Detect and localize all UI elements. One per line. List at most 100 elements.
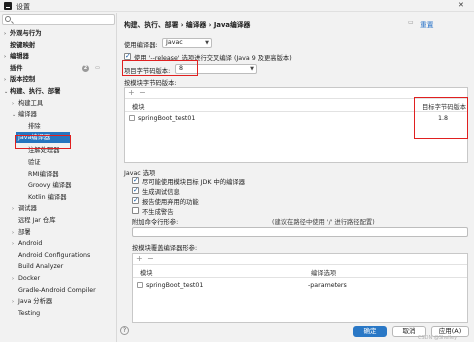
javac-option-label: 尽可能使用模块目标 JDK 中的编译器 bbox=[142, 179, 245, 186]
highlight-box bbox=[15, 135, 71, 149]
sidebar-item[interactable]: › 外观与行为 bbox=[0, 28, 116, 39]
column-header-module: 模块 bbox=[140, 270, 153, 277]
chevron-down-icon: ▼ bbox=[205, 40, 209, 46]
extra-params-hint: (建议在路径中使用 '/' 进行路径配置) bbox=[272, 219, 375, 226]
module-name: springBoot_test01 bbox=[146, 282, 204, 289]
extra-params-input[interactable] bbox=[132, 227, 468, 237]
highlight-box bbox=[122, 60, 198, 76]
sidebar-item[interactable]: › 构建工具 bbox=[0, 98, 116, 109]
javac-option-checkbox[interactable] bbox=[132, 196, 139, 204]
javac-options-title: Javac 选项 bbox=[124, 170, 156, 177]
window-title: 设置 bbox=[16, 3, 30, 11]
sidebar-item-label: 版本控制 bbox=[10, 76, 36, 84]
highlight-box bbox=[414, 97, 468, 139]
close-icon[interactable]: ✕ bbox=[458, 1, 464, 9]
sidebar-item[interactable]: ⌄ 构建、执行、部署 bbox=[0, 86, 116, 97]
search-icon bbox=[5, 16, 11, 22]
sidebar-item-label: 部署 bbox=[18, 228, 31, 236]
sidebar-item[interactable]: Android Configurations bbox=[0, 250, 116, 261]
sidebar-item-label: Android bbox=[18, 240, 43, 248]
sidebar-item[interactable]: › Android bbox=[0, 238, 116, 249]
chevron-down-icon: ▼ bbox=[250, 66, 254, 72]
title-bar: 设置 ✕ bbox=[0, 0, 474, 12]
sidebar-item[interactable]: Groovy 编译器 bbox=[0, 180, 116, 191]
javac-option-label: 不生成警告 bbox=[142, 209, 174, 216]
sidebar-item-label: 编译器 bbox=[18, 111, 37, 119]
project-scope-icon: ▭ bbox=[95, 64, 100, 71]
sidebar-item-label: 编辑器 bbox=[10, 53, 29, 61]
sidebar-item-label: Groovy 编译器 bbox=[28, 182, 72, 190]
reset-link[interactable]: 重置 bbox=[420, 19, 434, 29]
watermark: CSDN @Shelley bbox=[418, 335, 458, 341]
sidebar-item-label: RMI编译器 bbox=[28, 170, 59, 178]
settings-content: 构建、执行、部署 › 编译器 › Java编译器 ▭ 重置 使用编译器: Jav… bbox=[118, 13, 474, 342]
module-name: springBoot_test01 bbox=[138, 115, 196, 122]
ok-button[interactable]: 确定 bbox=[353, 326, 387, 337]
table-row[interactable]: springBoot_test01 -parameters bbox=[133, 280, 467, 291]
javac-option-checkbox[interactable] bbox=[132, 176, 139, 184]
sidebar-item[interactable]: RMI编译器 bbox=[0, 169, 116, 180]
add-icon[interactable]: + bbox=[136, 254, 143, 263]
javac-option-label: 生成调试信息 bbox=[142, 189, 180, 196]
divider bbox=[133, 264, 467, 265]
add-icon[interactable]: + bbox=[128, 88, 135, 97]
column-header-module: 模块 bbox=[132, 104, 145, 111]
sidebar-item-label: Docker bbox=[18, 275, 41, 282]
remove-icon[interactable]: − bbox=[139, 88, 146, 97]
per-module-label: 按模块字节码版本: bbox=[124, 80, 177, 87]
sidebar-item-label: Gradle-Android Compiler bbox=[18, 286, 96, 294]
update-count-badge: 2 bbox=[82, 64, 89, 72]
sidebar-item-label: 排除 bbox=[28, 122, 41, 130]
column-header-options: 编译选项 bbox=[311, 270, 337, 277]
javac-option-label: 报告使用弃用的功能 bbox=[142, 199, 199, 206]
sidebar-item[interactable]: 远程 Jar 仓库 bbox=[0, 215, 116, 226]
compiler-value: Javac bbox=[166, 39, 183, 46]
sidebar-item[interactable]: Kotlin 编译器 bbox=[0, 192, 116, 203]
sidebar-item[interactable]: › 部署 bbox=[0, 227, 116, 238]
sidebar-item[interactable]: 插件 2 ▭ bbox=[0, 63, 116, 74]
settings-sidebar: › 外观与行为按键映射 › 编辑器插件 2 ▭ › 版本控制 ⌄ 构建、执行、部署 › 构建工具 ⌄ 编译… bbox=[0, 13, 117, 342]
sidebar-item[interactable]: › Docker bbox=[0, 273, 116, 284]
module-options[interactable]: -parameters bbox=[308, 282, 347, 289]
compiler-label: 使用编译器: bbox=[124, 42, 158, 49]
override-table: + − 模块 编译选项 springBoot_test01 -parameter… bbox=[132, 253, 468, 323]
override-label: 按模块覆盖编译器形参: bbox=[132, 245, 198, 252]
sidebar-item-label: 构建、执行、部署 bbox=[10, 88, 61, 95]
sidebar-item-label: Android Configurations bbox=[18, 251, 91, 259]
release-option-checkbox[interactable] bbox=[124, 52, 131, 60]
sidebar-item-label: 调试器 bbox=[18, 205, 37, 213]
sidebar-item[interactable]: ⌄ 编译器 bbox=[0, 109, 116, 120]
sidebar-item-label: Build Analyzer bbox=[18, 263, 64, 271]
sidebar-item[interactable]: 验证 bbox=[0, 157, 116, 168]
remove-icon[interactable]: − bbox=[147, 254, 154, 263]
sidebar-item[interactable]: › 版本控制 bbox=[0, 74, 116, 85]
sidebar-item-label: 远程 Jar 仓库 bbox=[18, 217, 56, 224]
breadcrumb: 构建、执行、部署 › 编译器 › Java编译器 bbox=[124, 21, 251, 29]
module-icon bbox=[137, 282, 143, 288]
sidebar-item[interactable]: Testing bbox=[0, 308, 116, 319]
module-icon bbox=[129, 115, 135, 121]
sidebar-item[interactable]: 排除 bbox=[0, 121, 116, 132]
search-input[interactable] bbox=[2, 14, 115, 25]
app-logo-icon bbox=[4, 2, 12, 10]
sidebar-item-label: 按键映射 bbox=[10, 41, 36, 49]
help-icon[interactable]: ? bbox=[120, 326, 129, 335]
sidebar-item[interactable]: › 调试器 bbox=[0, 203, 116, 214]
javac-option-checkbox[interactable] bbox=[132, 186, 139, 194]
sidebar-item[interactable]: Build Analyzer bbox=[0, 261, 116, 272]
sidebar-item[interactable]: 按键映射 bbox=[0, 40, 116, 51]
sidebar-item-label: 验证 bbox=[28, 159, 41, 166]
sidebar-item-label: Testing bbox=[18, 309, 41, 317]
extra-params-label: 附加命令行形参: bbox=[132, 219, 179, 226]
sidebar-item[interactable]: › Java 分析器 bbox=[0, 296, 116, 307]
sidebar-item-label: 外观与行为 bbox=[10, 30, 42, 37]
project-scope-icon: ▭ bbox=[408, 19, 414, 26]
compiler-select[interactable]: Javac ▼ bbox=[162, 38, 212, 48]
sidebar-item-label: 构建工具 bbox=[18, 99, 44, 107]
divider bbox=[133, 277, 467, 278]
sidebar-item[interactable]: › 编辑器 bbox=[0, 51, 116, 62]
javac-option-checkbox[interactable] bbox=[132, 207, 139, 214]
sidebar-item[interactable]: Gradle-Android Compiler bbox=[0, 285, 116, 296]
sidebar-item-label: 插件 bbox=[10, 64, 23, 72]
sidebar-item-label: Java 分析器 bbox=[18, 298, 53, 306]
